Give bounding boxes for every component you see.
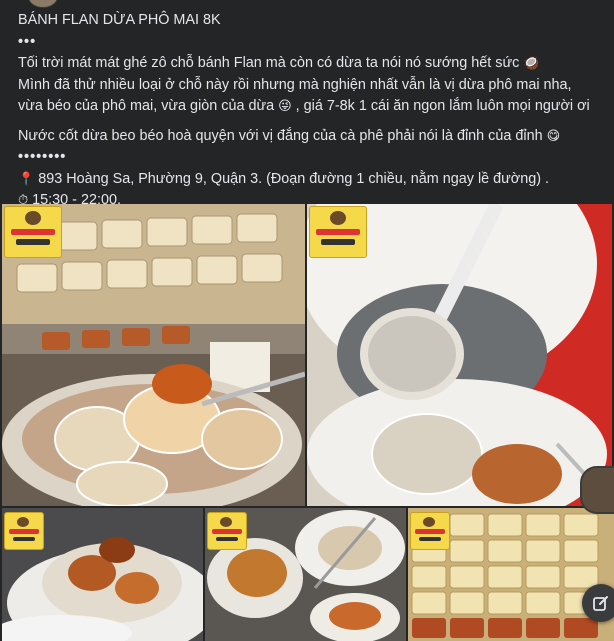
photo-flan-bowls[interactable] [205,508,406,641]
photo-grid [0,202,614,641]
dots-separator: •••••••• [18,149,67,165]
facebook-post: BÁNH FLAN DỪA PHÔ MAI 8K ••• Tối trời má… [0,0,614,641]
paragraph-line: Mình đã thử nhiều loại ở chỗ này rồi như… [18,76,572,93]
post-title: BÁNH FLAN DỪA PHÔ MAI 8K [18,12,221,28]
photo-flan-plate[interactable] [2,508,203,641]
address-text: 893 Hoàng Sa, Phường 9, Quận 3. (Đoạn đư… [38,170,550,187]
brand-sticker [4,512,44,550]
brand-sticker [207,512,247,550]
paragraph-line: Nước cốt dừa beo béo hoà quyện với vị đắ… [18,127,543,144]
brand-sticker [4,206,62,258]
coconut-icon: 🥥 [523,56,540,71]
photo-flan-display[interactable] [2,204,305,506]
paragraph-line: vừa béo của phô mai, vừa giòn của dừa [18,98,275,114]
face-tongue-icon: 😜 [278,99,292,114]
new-message-button[interactable] [582,584,614,622]
contact-avatar[interactable] [580,466,614,514]
face-yum-icon: 😋 [546,128,561,144]
paragraph-line: Tối trời mát mát ghé zô chỗ bánh Flan mà… [18,55,520,71]
photo-flan-cups[interactable] [408,508,614,641]
brand-sticker [410,512,450,550]
paragraph-line: , giá 7-8k 1 cái ăn ngon lắm luôn mọi ng… [295,98,590,114]
photo-coconut-spoon[interactable] [307,204,612,506]
brand-sticker [309,206,367,258]
dots-separator: ••• [18,33,37,50]
author-avatar[interactable] [28,0,58,8]
post-text: BÁNH FLAN DỪA PHÔ MAI 8K ••• Tối trời má… [18,10,608,212]
pin-icon: 📍 [18,171,35,187]
edit-icon [593,596,608,611]
